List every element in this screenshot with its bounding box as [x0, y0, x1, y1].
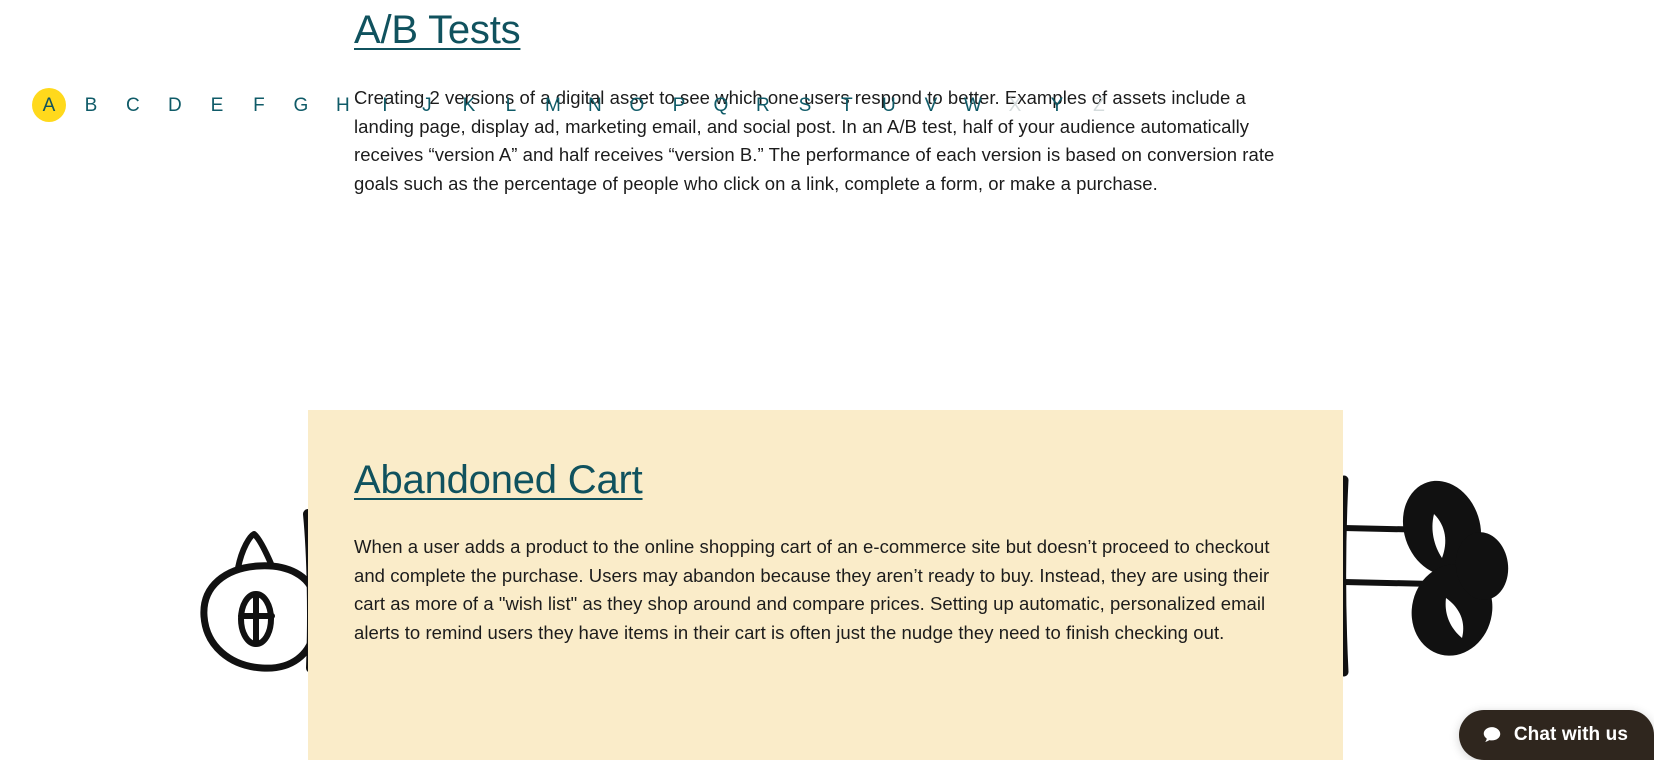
- entry-body-ab-tests: Creating 2 versions of a digital asset t…: [354, 86, 1275, 195]
- alphabet-index-cell-c[interactable]: C: [112, 86, 154, 124]
- alphabet-index-letter-x: X: [1008, 94, 1022, 116]
- alphabet-index-letter-j[interactable]: J: [422, 96, 432, 115]
- alphabet-index-cell-g[interactable]: G: [280, 86, 322, 124]
- alphabet-index-letter-o[interactable]: O: [630, 96, 645, 115]
- alphabet-index-letter-i[interactable]: I: [382, 96, 387, 115]
- chat-widget-label: Chat with us: [1513, 724, 1628, 745]
- alphabet-index-letter-c[interactable]: C: [126, 96, 140, 115]
- alphabet-index-cell-b[interactable]: B: [70, 86, 112, 124]
- alphabet-index-cell-f[interactable]: F: [238, 86, 280, 124]
- alphabet-index-letter-z: Z: [1093, 94, 1105, 116]
- hand-drawn-ink-blot-doodle: [1330, 470, 1510, 680]
- glossary-entry-ab-tests: A/B Tests Creating 2 versions of a digit…: [354, 8, 1314, 199]
- alphabet-index-letter-l[interactable]: L: [506, 96, 517, 115]
- alphabet-index-letter-m[interactable]: M: [545, 96, 561, 115]
- alphabet-index-letter-b[interactable]: B: [85, 96, 98, 115]
- glossary-entry-card-abandoned-cart: Abandoned Cart When a user adds a produc…: [308, 410, 1343, 760]
- alphabet-index-letter-v[interactable]: V: [925, 96, 938, 115]
- alphabet-index-letter-a[interactable]: A: [43, 96, 56, 115]
- alphabet-index-letter-g[interactable]: G: [294, 96, 309, 115]
- alphabet-index: A B C D E F G H I J K L M N O P Q R S T U V W X Y Z: [28, 86, 1105, 124]
- hand-drawn-animal-face-doodle: [196, 476, 326, 676]
- alphabet-index-cell-d[interactable]: D: [154, 86, 196, 124]
- chat-with-us-button[interactable]: Chat with us: [1458, 710, 1654, 760]
- chat-bubble-icon: [1481, 724, 1503, 746]
- alphabet-index-letter-y[interactable]: Y: [1051, 96, 1064, 115]
- entry-heading-ab-tests[interactable]: A/B Tests: [354, 8, 521, 53]
- alphabet-index-letter-p[interactable]: P: [673, 96, 686, 115]
- alphabet-index-cell-e[interactable]: E: [196, 86, 238, 124]
- alphabet-index-cell-a[interactable]: A: [28, 86, 70, 124]
- alphabet-index-letter-w[interactable]: W: [964, 96, 982, 115]
- entry-body-abandoned-cart: When a user adds a product to the online…: [354, 535, 1270, 644]
- alphabet-index-letter-u[interactable]: U: [882, 96, 896, 115]
- alphabet-index-letter-d[interactable]: D: [168, 96, 182, 115]
- alphabet-index-letter-e[interactable]: E: [211, 96, 224, 115]
- alphabet-index-letter-f[interactable]: F: [253, 96, 265, 115]
- alphabet-index-letter-n[interactable]: N: [588, 96, 602, 115]
- alphabet-index-letter-q[interactable]: Q: [714, 96, 729, 115]
- glossary-entry-abandoned-cart: Abandoned Cart When a user adds a produc…: [354, 458, 1306, 648]
- alphabet-index-letter-h[interactable]: H: [336, 96, 350, 115]
- alphabet-index-letter-r[interactable]: R: [756, 96, 770, 115]
- alphabet-index-letter-s[interactable]: S: [799, 96, 812, 115]
- alphabet-index-letter-t[interactable]: T: [841, 96, 853, 115]
- alphabet-index-letter-k[interactable]: K: [463, 96, 476, 115]
- entry-heading-abandoned-cart[interactable]: Abandoned Cart: [354, 458, 643, 503]
